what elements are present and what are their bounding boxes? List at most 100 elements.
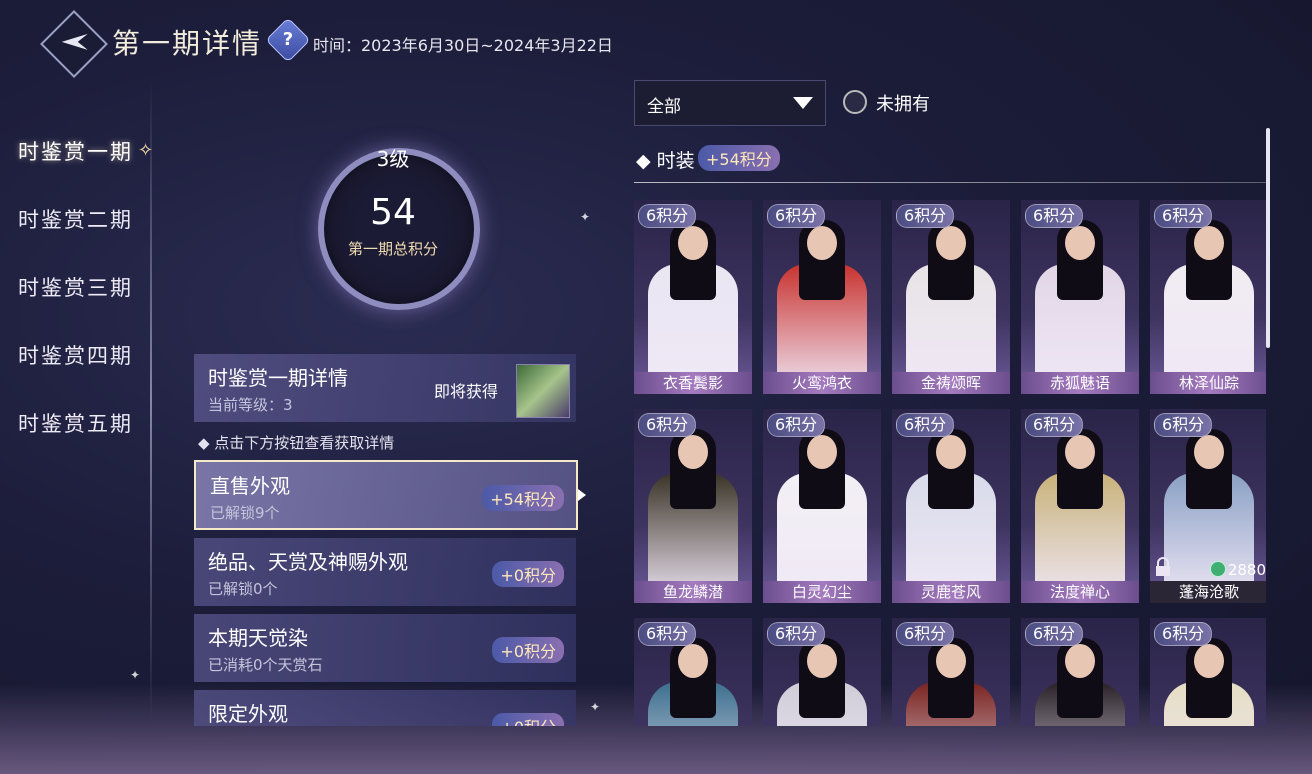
price-value: 2880	[1227, 561, 1266, 579]
costume-points: 6积分	[1154, 622, 1213, 646]
nav-item-period-4[interactable]: 时鉴赏四期	[18, 340, 133, 370]
costume-preview	[807, 435, 837, 469]
filter-dropdown[interactable]: 全部	[634, 80, 826, 126]
costume-points: 6积分	[1025, 204, 1084, 228]
costume-points: 6积分	[896, 204, 955, 228]
category-dye[interactable]: 本期天觉染 已消耗0个天赏石 +0积分	[194, 614, 576, 682]
costume-card[interactable]: 6积分	[1021, 618, 1139, 726]
costume-preview	[678, 435, 708, 469]
nav-item-period-2[interactable]: 时鉴赏二期	[18, 204, 133, 234]
nav-item-period-1[interactable]: 时鉴赏一期	[18, 136, 133, 166]
detail-title: 时鉴赏一期详情	[208, 366, 348, 390]
filter-selected: 全部	[647, 97, 681, 117]
costume-card[interactable]: 6积分鱼龙鳞潜	[634, 409, 752, 603]
reward-thumbnail[interactable]	[516, 364, 570, 418]
costume-preview	[936, 435, 966, 469]
costume-name: 鱼龙鳞潜	[634, 581, 752, 603]
costume-name: 火鸾鸿衣	[763, 372, 881, 394]
costume-points: 6积分	[638, 413, 697, 437]
section-divider	[634, 182, 1266, 183]
category-points: +54积分	[482, 485, 564, 511]
costume-points: 6积分	[638, 204, 697, 228]
category-points: +0积分	[492, 713, 564, 726]
not-owned-label[interactable]: 未拥有	[876, 90, 930, 116]
not-owned-radio[interactable]	[843, 90, 867, 114]
costume-card[interactable]: 6积分 白灵幻尘	[763, 409, 881, 603]
costume-card[interactable]: 6积分 赤狐魅语	[1021, 200, 1139, 394]
costume-name: 金祷颂晖	[892, 372, 1010, 394]
costume-card[interactable]: 6积分	[1150, 618, 1266, 726]
costume-preview	[807, 226, 837, 260]
costume-points: 6积分	[1154, 413, 1213, 437]
category-direct-sale[interactable]: 直售外观 已解锁9个 +54积分	[194, 460, 578, 530]
nav-item-period-3[interactable]: 时鉴赏三期	[18, 272, 133, 302]
costume-points: 6积分	[767, 204, 826, 228]
category-points: +0积分	[492, 637, 564, 663]
hint-text: ◆ 点击下方按钮查看获取详情	[198, 434, 395, 452]
period-detail-card[interactable]: 时鉴赏一期详情 当前等级：3 即将获得	[194, 354, 576, 422]
costume-preview	[936, 226, 966, 260]
scrollbar[interactable]	[1266, 128, 1270, 348]
costume-preview	[1065, 644, 1095, 678]
price-tag: 2880	[1209, 561, 1266, 579]
costume-name: 蓬海沧歌	[1150, 581, 1266, 603]
sparkle-icon: ✦	[590, 700, 601, 714]
category-title: 直售外观	[210, 474, 290, 498]
active-star-icon: ✧	[138, 140, 154, 161]
selected-arrow-icon	[578, 489, 586, 501]
costume-card[interactable]: 6积分衣香鬓影	[634, 200, 752, 394]
sparkle-icon: ✦	[580, 210, 591, 224]
question-icon[interactable]: ?	[265, 17, 311, 63]
costume-preview	[1194, 435, 1224, 469]
page-title: 第一期详情	[112, 27, 263, 60]
total-score: 54	[370, 192, 416, 233]
costume-card[interactable]: 6积分	[763, 618, 881, 726]
costume-card[interactable]: 6积分金祷颂晖	[892, 200, 1010, 394]
costume-points: 6积分	[1025, 622, 1084, 646]
coin-icon	[1209, 561, 1226, 577]
costume-card[interactable]: 6积分	[634, 618, 752, 726]
sparkle-icon: ✦	[130, 668, 141, 682]
level-label: 3级	[376, 147, 410, 171]
costume-preview	[678, 226, 708, 260]
lock-icon	[1156, 557, 1170, 576]
costume-points: 6积分	[1154, 204, 1213, 228]
costume-name: 林泽仙踪	[1150, 372, 1266, 394]
category-title: 绝品、天赏及神赐外观	[208, 550, 408, 574]
category-subtitle: 已解锁9个	[210, 504, 280, 522]
category-points: +0积分	[492, 561, 564, 587]
costume-preview	[1194, 226, 1224, 260]
back-arrow-icon	[61, 33, 88, 50]
costume-preview	[1065, 435, 1095, 469]
category-title: 限定外观	[208, 702, 288, 726]
category-limited[interactable]: 限定外观 +0积分	[194, 690, 576, 726]
section-points: +54积分	[698, 145, 780, 171]
costume-points: 6积分	[1025, 413, 1084, 437]
time-range: 时间：2023年6月30日~2024年3月22日	[313, 36, 613, 55]
costume-name: 灵鹿苍风	[892, 581, 1010, 603]
costume-card[interactable]: 6积分法度禅心	[1021, 409, 1139, 603]
costume-name: 白灵幻尘	[763, 581, 881, 603]
category-subtitle: 已解锁0个	[208, 580, 278, 598]
nav-divider	[150, 80, 152, 720]
costume-grid: 6积分 衣香鬓影 6积分 火鸾鸿衣 6积分 金祷颂晖 6积分 赤狐魅语 6积分 林泽仙踪 6积分 鱼龙…	[634, 200, 1266, 726]
nav-item-period-5[interactable]: 时鉴赏五期	[18, 408, 133, 438]
category-premium[interactable]: 绝品、天赏及神赐外观 已解锁0个 +0积分	[194, 538, 576, 606]
section-title: ◆ 时装	[636, 150, 695, 172]
costume-name: 法度禅心	[1021, 581, 1139, 603]
chevron-down-icon	[793, 97, 813, 109]
costume-points: 6积分	[896, 413, 955, 437]
costume-preview	[807, 644, 837, 678]
costume-points: 6积分	[638, 622, 697, 646]
costume-card[interactable]: 6积分灵鹿苍风	[892, 409, 1010, 603]
costume-card[interactable]: 6积分	[892, 618, 1010, 726]
costume-card[interactable]: 6积分蓬海沧歌 2880	[1150, 409, 1266, 603]
back-button[interactable]	[40, 10, 108, 78]
costume-card[interactable]: 6积分林泽仙踪	[1150, 200, 1266, 394]
costume-name: 衣香鬓影	[634, 372, 752, 394]
costume-preview	[936, 644, 966, 678]
category-title: 本期天觉染	[208, 626, 308, 650]
costume-points: 6积分	[767, 622, 826, 646]
costume-preview	[678, 644, 708, 678]
costume-card[interactable]: 6积分火鸾鸿衣	[763, 200, 881, 394]
